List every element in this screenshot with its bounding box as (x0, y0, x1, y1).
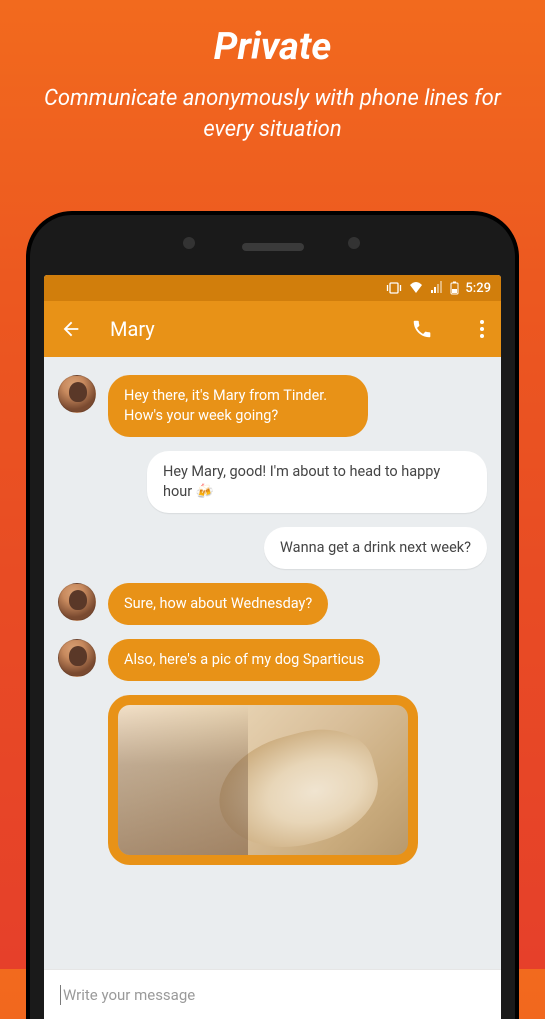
dog-image[interactable] (118, 705, 408, 855)
message-incoming: Also, here's a pic of my dog Sparticus (58, 639, 487, 681)
signal-icon (430, 281, 444, 295)
phone-speaker (242, 243, 304, 251)
battery-icon (450, 281, 459, 295)
message-bubble[interactable]: Hey there, it's Mary from Tinder. How's … (108, 375, 368, 437)
promo-title: Private (40, 25, 505, 69)
message-incoming: Hey there, it's Mary from Tinder. How's … (58, 375, 487, 437)
promo-header: Private Communicate anonymously with pho… (0, 0, 545, 176)
phone-camera (348, 237, 360, 249)
message-bubble[interactable]: Hey Mary, good! I'm about to head to hap… (147, 451, 487, 513)
phone-icon[interactable] (411, 318, 433, 340)
message-outgoing: Wanna get a drink next week? (58, 527, 487, 569)
more-icon[interactable] (479, 319, 485, 339)
chat-body[interactable]: Hey there, it's Mary from Tinder. How's … (44, 357, 501, 969)
phone-frame: 5:29 Mary Hey there, it's Mary from Tind… (30, 215, 515, 1019)
avatar[interactable] (58, 639, 96, 677)
message-input-placeholder: Write your message (63, 986, 195, 1004)
back-icon[interactable] (60, 318, 82, 340)
message-bubble[interactable]: Sure, how about Wednesday? (108, 583, 328, 625)
message-bubble[interactable]: Also, here's a pic of my dog Sparticus (108, 639, 380, 681)
avatar[interactable] (58, 375, 96, 413)
message-image-bubble[interactable] (108, 695, 418, 865)
message-bubble[interactable]: Wanna get a drink next week? (264, 527, 487, 569)
status-time: 5:29 (465, 281, 491, 296)
avatar[interactable] (58, 583, 96, 621)
text-cursor (60, 985, 61, 1005)
message-input-bar[interactable]: Write your message (44, 969, 501, 1019)
message-incoming-image (58, 695, 487, 865)
phone-screen: 5:29 Mary Hey there, it's Mary from Tind… (44, 275, 501, 1019)
promo-subtitle: Communicate anonymously with phone lines… (40, 84, 505, 146)
chat-app-bar: Mary (44, 301, 501, 357)
status-bar: 5:29 (44, 275, 501, 301)
message-incoming: Sure, how about Wednesday? (58, 583, 487, 625)
vibrate-icon (386, 281, 402, 295)
wifi-icon (408, 281, 424, 295)
message-outgoing: Hey Mary, good! I'm about to head to hap… (58, 451, 487, 513)
chat-title: Mary (110, 317, 383, 341)
phone-sensor (183, 237, 195, 249)
